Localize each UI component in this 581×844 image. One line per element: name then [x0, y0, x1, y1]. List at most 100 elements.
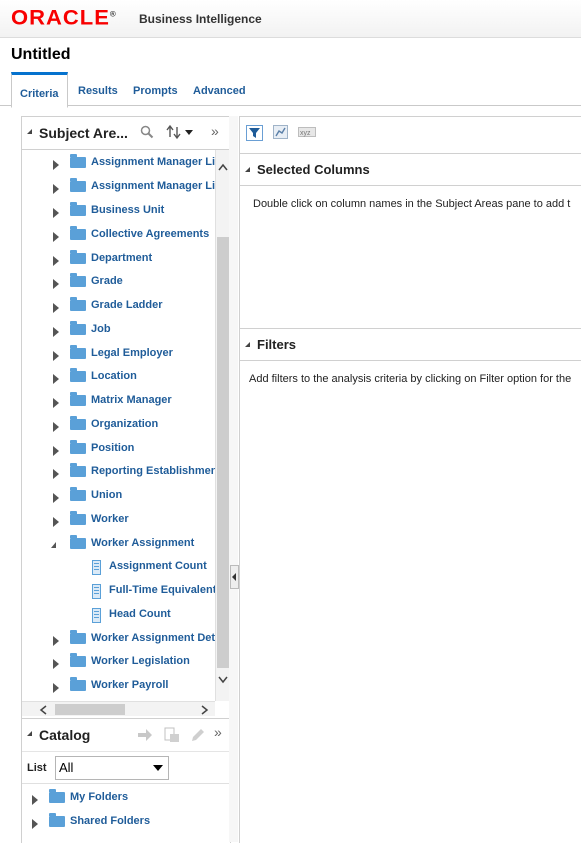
- tree-item[interactable]: Business Unit: [22, 202, 215, 222]
- collapse-icon[interactable]: [27, 129, 32, 134]
- filters-section: Filters Add filters to the analysis crit…: [240, 328, 581, 843]
- folder-icon: [70, 677, 86, 691]
- scroll-down-icon[interactable]: [218, 675, 228, 687]
- tree-item[interactable]: Assignment Manager Lis: [22, 178, 215, 198]
- catalog-pane: Catalog » List All My Folders Shared Fol…: [22, 718, 230, 844]
- selected-columns-hint: Double click on column names in the Subj…: [253, 198, 571, 210]
- tree-item[interactable]: Assignment Manager Lis: [22, 154, 215, 174]
- expand-pane-icon[interactable]: »: [214, 724, 222, 740]
- tree-vertical-scrollbar[interactable]: [215, 150, 230, 701]
- criteria-toolbar: xyz: [240, 117, 581, 151]
- oracle-logo: ORACLE®: [11, 5, 117, 30]
- tab-advanced[interactable]: Advanced: [185, 78, 254, 104]
- folder-icon: [49, 789, 65, 803]
- column-icon: [92, 560, 101, 575]
- tree-item[interactable]: Collective Agreements: [22, 226, 215, 246]
- criteria-workspace: xyz Selected Columns Double click on col…: [239, 116, 581, 843]
- column-icon: [92, 608, 101, 623]
- folder-open-icon: [70, 535, 86, 549]
- tree-item[interactable]: Legal Employer: [22, 345, 215, 365]
- tree-item[interactable]: Worker Legislation: [22, 653, 215, 673]
- selected-columns-section: Selected Columns Double click on column …: [240, 153, 581, 329]
- page-title: Untitled: [11, 46, 71, 63]
- filters-header: Filters: [240, 328, 581, 361]
- folder-icon: [70, 416, 86, 430]
- tree-column-item[interactable]: Assignment Count: [22, 558, 215, 578]
- tree-column-item[interactable]: Head Count: [22, 606, 215, 626]
- tree-item[interactable]: Worker Payroll: [22, 677, 215, 697]
- properties-icon[interactable]: [164, 727, 180, 746]
- scroll-thumb[interactable]: [55, 704, 125, 715]
- tree-item[interactable]: Union: [22, 487, 215, 507]
- filter-icon[interactable]: [246, 125, 263, 141]
- subject-areas-pane: Subject Are... » Assignment Manager Lis …: [21, 116, 231, 843]
- scroll-up-icon[interactable]: [218, 162, 228, 174]
- folder-icon: [70, 250, 86, 264]
- tree-item[interactable]: Matrix Manager: [22, 392, 215, 412]
- tree-horizontal-scrollbar[interactable]: [22, 701, 215, 716]
- tree-item[interactable]: Grade: [22, 273, 215, 293]
- tab-bar: Criteria Results Prompts Advanced: [0, 72, 581, 108]
- tab-prompts[interactable]: Prompts: [125, 78, 186, 104]
- collapse-icon[interactable]: [245, 342, 250, 347]
- tree-item[interactable]: Reporting Establishment: [22, 463, 215, 483]
- scroll-left-icon[interactable]: [39, 704, 47, 718]
- tree-column-item[interactable]: Full-Time Equivalent: [22, 582, 215, 602]
- filters-title: Filters: [257, 337, 297, 352]
- tree-item-expanded[interactable]: Worker Assignment: [22, 535, 215, 555]
- tree-item[interactable]: Worker Assignment Deta: [22, 630, 215, 650]
- tree-item[interactable]: Department: [22, 250, 215, 270]
- folder-icon: [70, 653, 86, 667]
- folder-icon: [70, 487, 86, 501]
- folder-icon: [70, 321, 86, 335]
- folder-icon: [70, 511, 86, 525]
- add-arrow-icon[interactable]: [137, 728, 153, 745]
- folder-icon: [70, 440, 86, 454]
- folder-icon: [70, 226, 86, 240]
- tab-criteria[interactable]: Criteria: [11, 72, 68, 108]
- variables-icon[interactable]: xyz: [298, 125, 316, 139]
- collapse-icon[interactable]: [245, 167, 250, 172]
- scroll-thumb[interactable]: [217, 237, 229, 668]
- tab-results[interactable]: Results: [70, 78, 126, 104]
- sort-icon[interactable]: [166, 124, 194, 143]
- subject-areas-header: Subject Are... »: [22, 117, 230, 150]
- folder-icon: [70, 345, 86, 359]
- edit-icon[interactable]: [190, 727, 206, 746]
- expand-pane-icon[interactable]: »: [211, 123, 219, 139]
- tree-item[interactable]: Location: [22, 368, 215, 388]
- pane-splitter[interactable]: [229, 116, 239, 842]
- chevron-down-icon: [153, 765, 163, 771]
- tree-item[interactable]: Organization: [22, 416, 215, 436]
- divider: [22, 783, 230, 784]
- folder-icon: [70, 392, 86, 406]
- catalog-item-shared-folders[interactable]: Shared Folders: [22, 813, 215, 833]
- edit-formula-icon[interactable]: [273, 125, 288, 139]
- app-header: ORACLE® Business Intelligence: [0, 0, 581, 38]
- catalog-item-my-folders[interactable]: My Folders: [22, 789, 215, 809]
- product-name: Business Intelligence: [139, 12, 262, 26]
- folder-icon: [70, 273, 86, 287]
- folder-icon: [70, 630, 86, 644]
- tree-item[interactable]: Job: [22, 321, 215, 341]
- catalog-header: Catalog »: [22, 719, 230, 752]
- search-icon[interactable]: [140, 125, 154, 142]
- selected-columns-header: Selected Columns: [240, 153, 581, 186]
- list-label: List: [27, 762, 47, 774]
- svg-text:xyz: xyz: [300, 130, 311, 137]
- folder-icon: [70, 202, 86, 216]
- collapse-pane-handle[interactable]: [230, 565, 239, 589]
- catalog-title: Catalog: [39, 727, 91, 743]
- folder-icon: [70, 368, 86, 382]
- tree-item[interactable]: Worker: [22, 511, 215, 531]
- folder-icon: [70, 463, 86, 477]
- subject-areas-tree: Assignment Manager Lis Assignment Manage…: [22, 150, 215, 701]
- folder-icon: [49, 813, 65, 827]
- filters-hint: Add filters to the analysis criteria by …: [249, 373, 572, 385]
- column-icon: [92, 584, 101, 599]
- collapse-icon[interactable]: [27, 731, 32, 736]
- catalog-list-select[interactable]: All: [55, 756, 169, 780]
- scroll-right-icon[interactable]: [201, 704, 209, 718]
- tree-item[interactable]: Position: [22, 440, 215, 460]
- tree-item[interactable]: Grade Ladder: [22, 297, 215, 317]
